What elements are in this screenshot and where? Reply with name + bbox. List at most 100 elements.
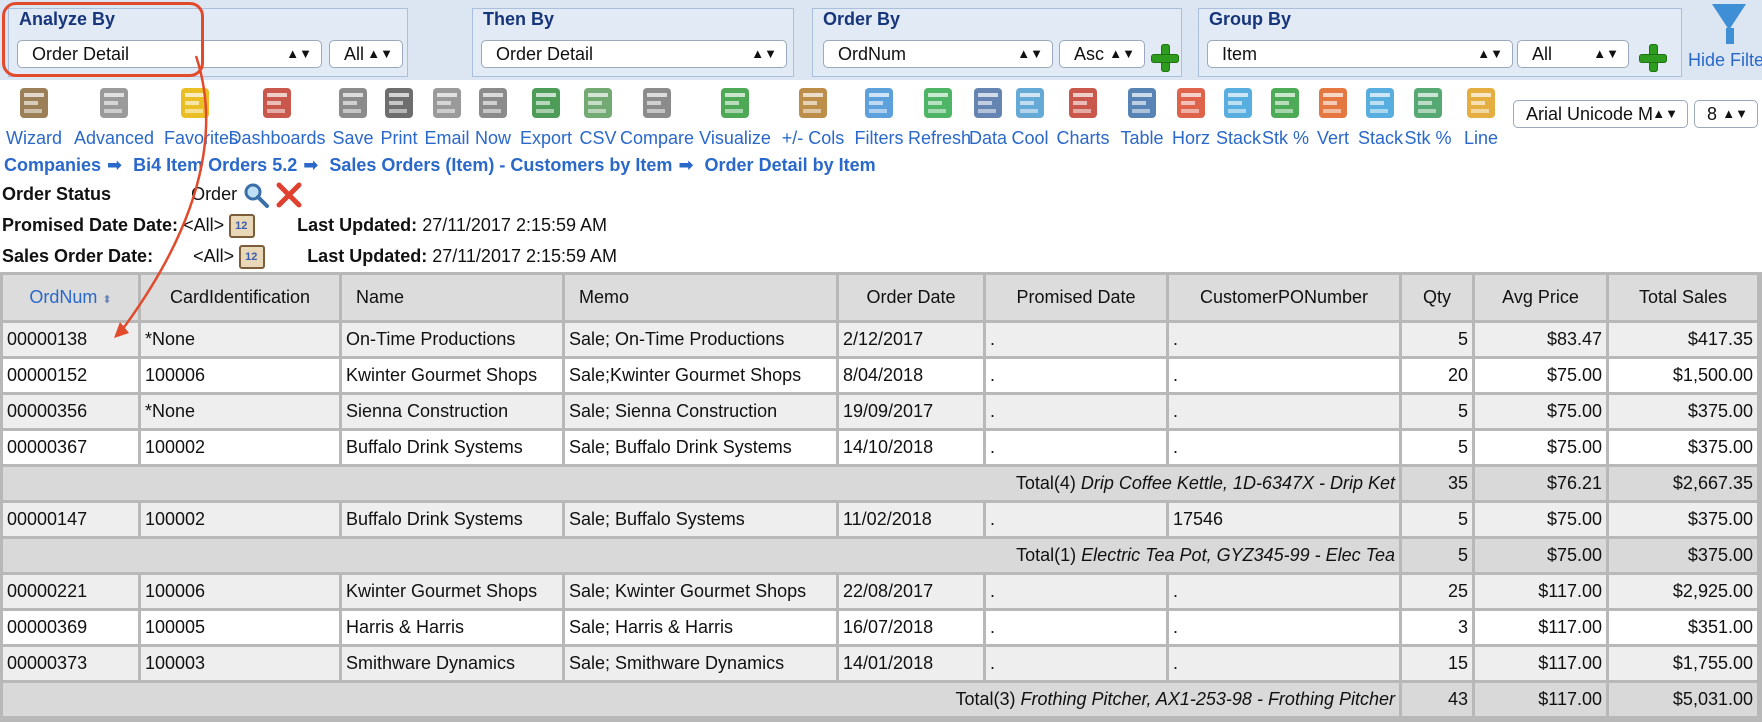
toolbar-horz-bar-button[interactable]: Horz bbox=[1168, 80, 1214, 152]
toolbar-table-button[interactable]: Table bbox=[1117, 80, 1167, 152]
group-total-qty: 43 bbox=[1402, 683, 1472, 716]
toolbar-save-button[interactable]: Save bbox=[329, 80, 377, 152]
table-row[interactable]: 00000356 *None Sienna Construction Sale; Si… bbox=[3, 395, 1757, 428]
table-cell: Sale; On-Time Productions bbox=[565, 323, 836, 356]
table-row[interactable]: 00000369 100005 Harris & Harris Sale; Harri… bbox=[3, 611, 1757, 644]
table-cell: Harris & Harris bbox=[342, 611, 562, 644]
toolbar-filter-button[interactable]: Filters bbox=[852, 80, 906, 152]
hide-filters-button[interactable]: Hide Filters bbox=[1686, 0, 1762, 80]
col-header-memo[interactable]: Memo bbox=[565, 275, 836, 320]
font-size-select[interactable]: 8 ▲▼ bbox=[1694, 100, 1758, 128]
group-total-total: $5,031.00 bbox=[1609, 683, 1757, 716]
col-header-promised-date[interactable]: Promised Date bbox=[986, 275, 1166, 320]
promised-date-value: <All> bbox=[183, 214, 225, 235]
table-cell: 3 bbox=[1402, 611, 1472, 644]
group-by-scope-select[interactable]: All ▲▼ bbox=[1517, 40, 1629, 68]
calendar-icon[interactable] bbox=[239, 245, 266, 269]
toolbar-excel-button[interactable]: Export bbox=[515, 80, 577, 152]
breadcrumb-item-orders[interactable]: Bi4 Item Orders 5.2 bbox=[133, 155, 297, 175]
table-row[interactable]: 00000221 100006 Kwinter Gourmet Shops Sale;… bbox=[3, 575, 1757, 608]
toolbar-dashboard-button[interactable]: Dashboards bbox=[226, 80, 328, 152]
toolbar-label: Favorites bbox=[164, 128, 239, 148]
clear-icon[interactable] bbox=[275, 182, 303, 208]
toolbar-vert-bar-button[interactable]: Vert bbox=[1309, 80, 1357, 152]
col-header-ordnum[interactable]: OrdNum ⬍ bbox=[3, 275, 138, 320]
add-group-by-icon[interactable] bbox=[1639, 44, 1667, 72]
col-header-customer-po[interactable]: CustomerPONumber bbox=[1169, 275, 1399, 320]
group-total-qty: 5 bbox=[1402, 539, 1472, 572]
table-cell: Sale;Kwinter Gourmet Shops bbox=[565, 359, 836, 392]
toolbar-visualize-button[interactable]: Visualize bbox=[696, 80, 774, 152]
table-row[interactable]: 00000147 100002 Buffalo Drink Systems Sale;… bbox=[3, 503, 1757, 536]
toolbar-refresh-button[interactable]: Refresh bbox=[908, 80, 971, 152]
table-cell: $375.00 bbox=[1609, 503, 1757, 536]
breadcrumb-sales-orders[interactable]: Sales Orders (Item) - Customers by Item bbox=[329, 155, 672, 175]
table-cell: 15 bbox=[1402, 647, 1472, 680]
toolbar-gear-button[interactable]: Advanced bbox=[65, 80, 163, 152]
toolbar-csv-button[interactable]: CSV bbox=[578, 80, 618, 152]
toolbar-email-button[interactable]: Email bbox=[421, 80, 473, 152]
col-header-avg-price[interactable]: Avg Price bbox=[1475, 275, 1606, 320]
table-row[interactable]: 00000138 *None On-Time Productions Sale; On… bbox=[3, 323, 1757, 356]
toolbar-compare-button[interactable]: Compare bbox=[618, 80, 696, 152]
select-arrows-icon: ▲▼ bbox=[1477, 46, 1503, 61]
col-header-qty[interactable]: Qty bbox=[1402, 275, 1472, 320]
table-cell: 00000367 bbox=[3, 431, 138, 464]
breadcrumb-companies[interactable]: Companies bbox=[4, 155, 101, 175]
stack-pct-vert-icon bbox=[1408, 82, 1448, 124]
table-row[interactable]: 00000152 100006 Kwinter Gourmet Shops Sale;… bbox=[3, 359, 1757, 392]
toolbar-label: Wizard bbox=[5, 128, 62, 148]
table-cell: 100003 bbox=[141, 647, 339, 680]
breadcrumb: Companies ➡ Bi4 Item Orders 5.2 ➡ Sales Or… bbox=[4, 155, 876, 176]
toolbar-label: Charts bbox=[1056, 128, 1110, 148]
group-by-select[interactable]: Item ▲▼ bbox=[1207, 40, 1513, 68]
table-cell: . bbox=[1169, 395, 1399, 428]
select-arrows-icon: ▲▼ bbox=[1652, 106, 1678, 121]
toolbar-stack-pct-vert-button[interactable]: Stk % bbox=[1403, 80, 1453, 152]
calendar-icon[interactable] bbox=[229, 214, 256, 238]
toolbar-stack-horz-button[interactable]: Stack bbox=[1216, 80, 1261, 152]
order-direction-select[interactable]: Asc ▲▼ bbox=[1059, 40, 1145, 68]
breadcrumb-order-detail[interactable]: Order Detail by Item bbox=[705, 155, 876, 175]
table-cell: On-Time Productions bbox=[342, 323, 562, 356]
toolbar-stack-pct-horz-button[interactable]: Stk % bbox=[1262, 80, 1309, 152]
toolbar-star-button[interactable]: Favorites bbox=[164, 80, 239, 152]
add-order-by-icon[interactable] bbox=[1151, 44, 1179, 72]
table-cell: $117.00 bbox=[1475, 611, 1606, 644]
table-cell: 100002 bbox=[141, 503, 339, 536]
col-header-cardidentification[interactable]: CardIdentification bbox=[141, 275, 339, 320]
search-icon[interactable] bbox=[242, 182, 270, 208]
toolbar-cool-button[interactable]: Cool bbox=[1009, 80, 1051, 152]
filter-icon bbox=[859, 82, 899, 124]
analyze-by-scope-select[interactable]: All ▲▼ bbox=[329, 40, 403, 68]
order-by-select[interactable]: OrdNum ▲▼ bbox=[823, 40, 1053, 68]
arrow-right-icon: ➡ bbox=[678, 155, 694, 175]
table-cell: . bbox=[986, 503, 1166, 536]
table-icon bbox=[1122, 82, 1162, 124]
col-header-total-sales[interactable]: Total Sales bbox=[1609, 275, 1757, 320]
group-total-label: Total(4) Drip Coffee Kettle, 1D-6347X - … bbox=[3, 467, 1399, 500]
table-row[interactable]: 00000367 100002 Buffalo Drink Systems Sale;… bbox=[3, 431, 1757, 464]
toolbar-charts-button[interactable]: Charts bbox=[1052, 80, 1114, 152]
col-header-order-date[interactable]: Order Date bbox=[839, 275, 983, 320]
toolbar-data-button[interactable]: Data bbox=[968, 80, 1008, 152]
table-cell: Sale; Smithware Dynamics bbox=[565, 647, 836, 680]
table-row[interactable]: 00000373 100003 Smithware Dynamics Sale; Sm… bbox=[3, 647, 1757, 680]
col-header-name[interactable]: Name bbox=[342, 275, 562, 320]
table-cell: 2/12/2017 bbox=[839, 323, 983, 356]
toolbar-label: Visualize bbox=[699, 128, 771, 148]
then-by-select[interactable]: Order Detail ▲▼ bbox=[481, 40, 787, 68]
toolbar-wizard-button[interactable]: Wizard bbox=[4, 80, 64, 152]
table-cell: Buffalo Drink Systems bbox=[342, 503, 562, 536]
table-cell: 11/02/2018 bbox=[839, 503, 983, 536]
sales-order-date-label: Sales Order Date: bbox=[2, 245, 154, 266]
toolbar-print-button[interactable]: Print bbox=[378, 80, 420, 152]
line-chart-icon bbox=[1461, 82, 1501, 124]
toolbar-stack-vert-button[interactable]: Stack bbox=[1358, 80, 1403, 152]
font-family-select[interactable]: Arial Unicode M ▲▼ bbox=[1513, 100, 1688, 128]
table-cell: 100006 bbox=[141, 359, 339, 392]
toolbar-now-button[interactable]: Now bbox=[473, 80, 513, 152]
toolbar-columns-button[interactable]: +/- Cols bbox=[775, 80, 851, 152]
font-family-value: Arial Unicode M bbox=[1526, 104, 1654, 124]
toolbar-line-chart-button[interactable]: Line bbox=[1455, 80, 1507, 152]
